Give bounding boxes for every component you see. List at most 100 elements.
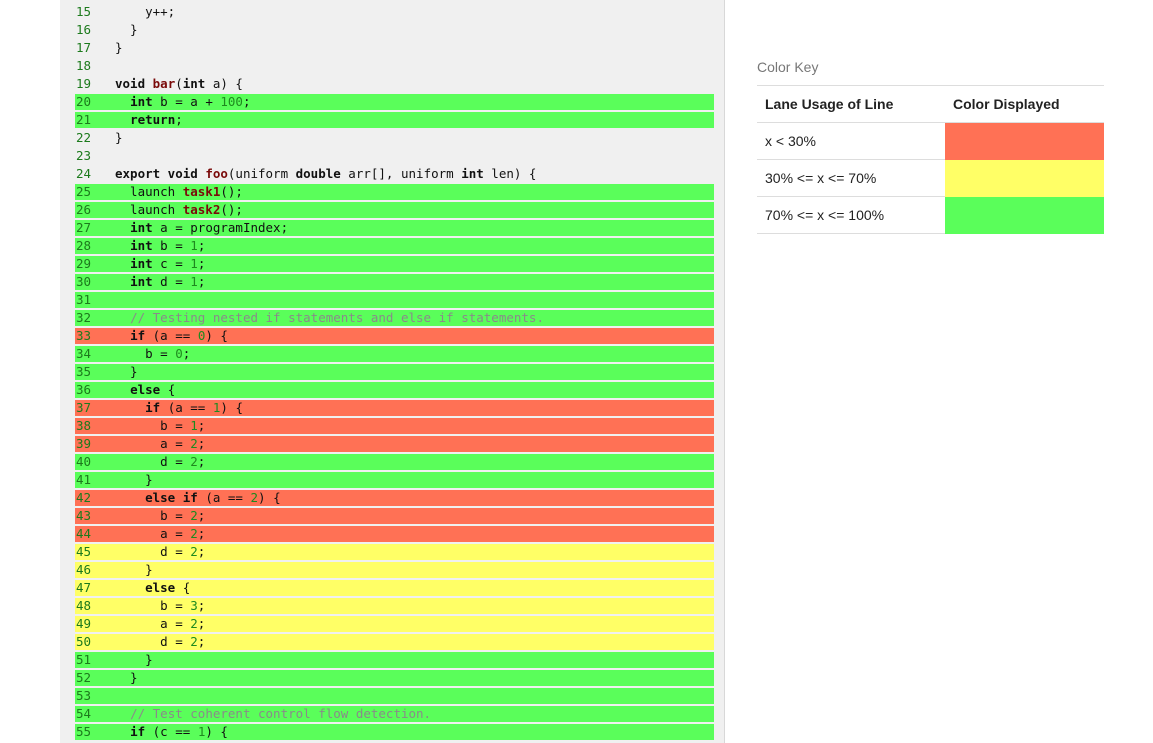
code-token: ; <box>197 526 206 541</box>
line-number: 27 <box>76 220 92 235</box>
code-line: 22} <box>75 130 714 146</box>
code-token: if <box>130 328 146 343</box>
code-token: 1 <box>190 238 198 253</box>
line-number: 37 <box>76 400 92 415</box>
code-line: 36 else { <box>75 382 714 398</box>
code-text: export void foo(uniform double arr[], un… <box>115 166 536 182</box>
code-text: b = 0; <box>115 346 190 362</box>
code-line: 24 export void foo(uniform double arr[], … <box>75 166 714 182</box>
line-number: 41 <box>76 472 92 487</box>
line-number: 32 <box>76 310 92 325</box>
code-line: 53 <box>75 688 714 704</box>
line-number: 18 <box>76 58 92 73</box>
line-number: 17 <box>76 40 92 55</box>
code-line: 16 } <box>75 22 714 38</box>
code-token: 2 <box>190 436 198 451</box>
code-token: 2 <box>190 634 198 649</box>
code-lines: 14 15 y++;16 }17}1819void bar(int a) {20… <box>75 0 714 742</box>
line-number: 30 <box>76 274 92 289</box>
code-token: if <box>145 400 161 415</box>
code-line: 15 y++; <box>75 4 714 20</box>
code-token: 0 <box>175 346 183 361</box>
code-token: 3 <box>190 598 198 613</box>
line-number: 31 <box>76 292 92 307</box>
line-number: 54 <box>76 706 92 721</box>
code-token: } <box>115 562 153 577</box>
line-number: 19 <box>76 76 92 91</box>
color-key-title: Color Key <box>757 56 1104 86</box>
range-label: 30% <= x <= 70% <box>757 159 945 197</box>
code-token: len) { <box>483 166 537 181</box>
code-line: 49 a = 2; <box>75 616 714 632</box>
code-token: (uniform <box>227 166 296 181</box>
line-number: 21 <box>76 112 92 127</box>
code-line: 46 } <box>75 562 714 578</box>
color-key-table: Lane Usage of Line Color Displayed x < 3… <box>757 86 1104 234</box>
code-token: } <box>115 652 153 667</box>
line-number: 45 <box>76 544 92 559</box>
code-text: void bar(int a) { <box>115 76 243 92</box>
code-token: ; <box>175 112 183 127</box>
code-token: (a == <box>160 400 213 415</box>
code-token: 2 <box>250 490 259 505</box>
line-number: 26 <box>76 202 92 217</box>
code-line: 38 b = 1; <box>75 418 714 434</box>
code-token: a = <box>115 526 191 541</box>
code-text: // Testing nested if statements and else… <box>115 310 544 326</box>
code-token: ; <box>197 454 206 469</box>
code-token: b = <box>115 598 191 613</box>
code-text: } <box>115 130 123 146</box>
line-number: 23 <box>76 148 92 163</box>
code-token: d = <box>152 274 191 289</box>
code-line: 34 b = 0; <box>75 346 714 362</box>
code-token: b = a + <box>152 94 221 109</box>
code-token: ; <box>197 238 206 253</box>
code-token: double <box>295 166 341 181</box>
header-lane-usage: Lane Usage of Line <box>757 86 945 123</box>
code-text <box>115 0 145 2</box>
line-number: 49 <box>76 616 92 631</box>
line-number: 28 <box>76 238 92 253</box>
code-line: 43 b = 2; <box>75 508 714 524</box>
code-text: } <box>115 364 138 380</box>
line-number: 47 <box>76 580 92 595</box>
code-text: if (c == 1) { <box>115 724 228 740</box>
line-number: 33 <box>76 328 92 343</box>
code-text: if (a == 0) { <box>115 328 228 344</box>
code-text: y++; <box>115 4 175 20</box>
line-number: 14 <box>76 0 91 2</box>
code-text: int b = a + 100; <box>115 94 250 110</box>
line-number: 36 <box>76 382 92 397</box>
code-line: 25 launch task1(); <box>75 184 714 200</box>
code-token: (c == <box>145 724 198 739</box>
code-line: 37 if (a == 1) { <box>75 400 714 416</box>
code-token: int <box>130 238 153 253</box>
line-number: 20 <box>76 94 92 109</box>
code-token: else <box>130 382 161 397</box>
code-token: ; <box>197 418 206 433</box>
code-token: } <box>115 364 138 379</box>
code-token: 1 <box>190 256 198 271</box>
code-token: int <box>130 256 153 271</box>
line-number: 38 <box>76 418 92 433</box>
code-token: d = <box>115 544 191 559</box>
code-token: } <box>115 22 138 37</box>
code-token: ; <box>197 616 206 631</box>
line-number: 51 <box>76 652 92 667</box>
code-token: ; <box>197 544 206 559</box>
code-line: 32 // Testing nested if statements and e… <box>75 310 714 326</box>
code-token: a = <box>115 616 191 631</box>
code-token: y++; <box>115 4 176 19</box>
code-line: 35 } <box>75 364 714 380</box>
code-line: 30 int d = 1; <box>75 274 714 290</box>
line-number: 52 <box>76 670 92 685</box>
code-token: a = <box>115 436 191 451</box>
